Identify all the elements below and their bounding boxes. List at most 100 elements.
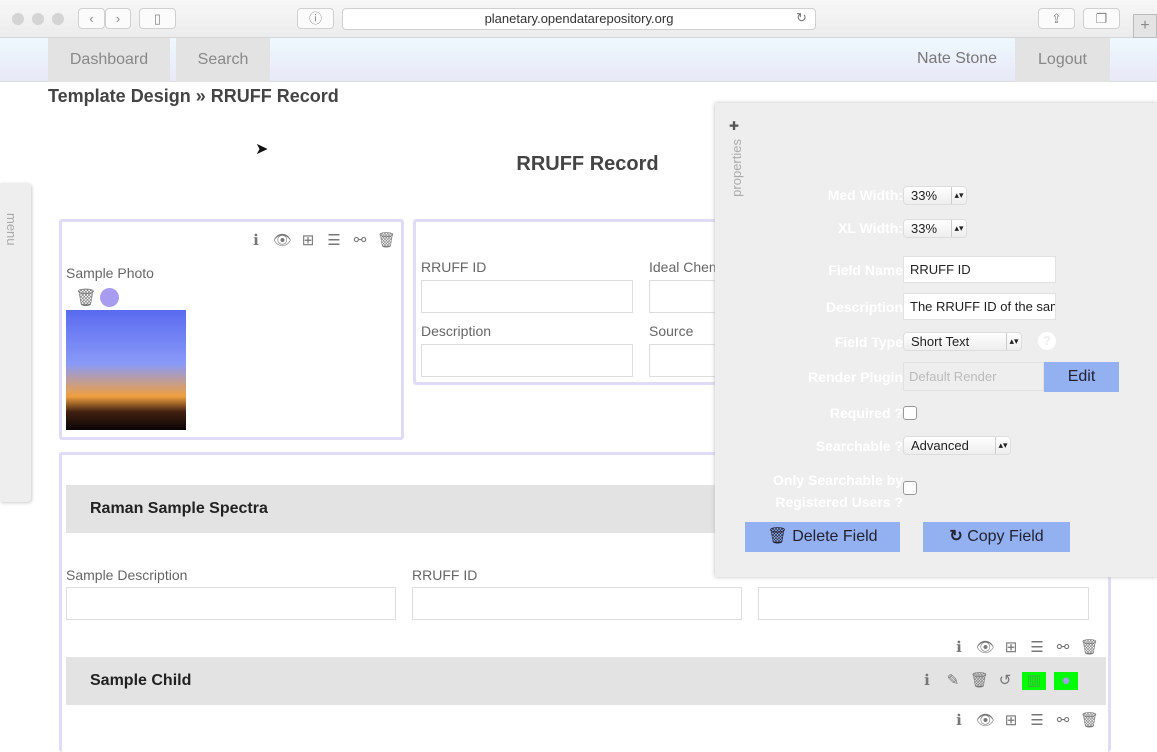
help-icon[interactable]: ? (1038, 332, 1056, 350)
pin-icon[interactable]: ✚ (729, 119, 739, 133)
list-icon[interactable]: ☰ (325, 231, 343, 249)
field-label-rruff-id: RRUFF ID (412, 567, 478, 583)
info-icon[interactable]: ℹ (950, 711, 968, 729)
trash-icon[interactable]: 🗑 (970, 672, 989, 690)
nav-tab-search[interactable]: Search (176, 38, 270, 82)
tabs-icon[interactable]: ❐ (1083, 8, 1120, 29)
sample-description-input[interactable] (66, 587, 396, 620)
searchable-select[interactable]: Advanced ▴▾ (903, 436, 1011, 455)
eye-icon[interactable]: 👁 (976, 711, 995, 729)
main-nav: Dashboard Search Nate Stone Logout (0, 38, 1157, 82)
plus-icon[interactable]: ⊞ (1002, 711, 1020, 729)
render-plugin-input[interactable]: Default Render (903, 362, 1044, 391)
menu-label: menu (4, 213, 19, 246)
undo-icon[interactable]: ↺ (996, 672, 1014, 690)
sample-photo-label: Sample Photo (66, 265, 154, 281)
child-rruff-id-input[interactable] (412, 587, 742, 620)
cursor-icon: ➤ (255, 141, 269, 158)
description-input[interactable] (421, 344, 633, 377)
reload-icon[interactable]: ↻ (796, 10, 807, 26)
back-icon[interactable]: ‹ (78, 8, 105, 29)
required-label: Required ? (829, 405, 903, 421)
fields-box: RRUFF ID Ideal Chem Description Source (413, 219, 739, 385)
globe-icon[interactable] (100, 288, 119, 307)
link-icon[interactable]: ⚯ (351, 231, 369, 249)
password-icon[interactable]: ⓘ (297, 8, 334, 29)
browser-toolbar: ‹ › ▯ ⓘ planetary.opendatarepository.org… (0, 0, 1157, 38)
render-plugin-label: Render Plugin (808, 369, 903, 385)
eye-icon[interactable]: 👁 (976, 638, 995, 656)
description-input[interactable]: The RRUFF ID of the sample (903, 293, 1056, 320)
forward-icon[interactable]: › (105, 8, 131, 29)
link-icon[interactable]: ⚯ (1054, 638, 1072, 656)
info-icon[interactable]: ℹ (247, 231, 265, 249)
delete-field-button[interactable]: 🗑 Delete Field (745, 522, 900, 552)
sample-photo-image[interactable] (66, 310, 186, 430)
properties-panel: ✚ properties Med Width: 33% ▴▾ XL Width: … (715, 103, 1157, 577)
required-checkbox[interactable] (903, 406, 917, 420)
edit-render-plugin-button[interactable]: Edit (1044, 362, 1119, 392)
rruff-id-input[interactable] (421, 280, 633, 313)
user-name[interactable]: Nate Stone (917, 50, 997, 68)
field-label-rruff-id: RRUFF ID (421, 259, 487, 275)
refresh-icon: ↻ (949, 528, 963, 545)
share-icon[interactable]: ⇪ (1038, 8, 1075, 29)
description-label: Description (825, 299, 903, 315)
new-tab-icon[interactable]: + (1133, 14, 1157, 38)
minimize-window-button[interactable] (32, 13, 44, 25)
photo-field-box[interactable]: ℹ 👁 ⊞ ☰ ⚯ 🗑 Sample Photo 🗑 (59, 219, 404, 440)
info-icon[interactable]: ℹ (950, 638, 968, 656)
chart-icon[interactable]: ▥ (1022, 672, 1046, 690)
list-icon[interactable]: ☰ (1028, 638, 1046, 656)
address-bar[interactable]: planetary.opendatarepository.org (342, 8, 816, 30)
info-icon[interactable]: ℹ (918, 672, 936, 690)
breadcrumb-separator: » (195, 86, 206, 106)
sample-child-header[interactable]: Sample Child ℹ ✎ 🗑 ↺ ▥ ● (66, 657, 1106, 705)
xl-width-label: XL Width: (838, 220, 903, 236)
globe-icon[interactable]: ● (1054, 672, 1078, 690)
breadcrumb-parent[interactable]: Template Design (48, 86, 191, 106)
field-toolbar: ℹ 👁 ⊞ ☰ ⚯ 🗑 (247, 231, 396, 249)
plus-icon[interactable]: ⊞ (299, 231, 317, 249)
registered-only-checkbox[interactable] (903, 481, 917, 495)
eye-icon[interactable]: 👁 (273, 231, 292, 249)
field-name-label: Field Name (828, 262, 903, 278)
menu-tab[interactable]: menu (0, 183, 31, 502)
trash-icon[interactable]: 🗑 (75, 288, 97, 308)
page-title: RRUFF Record (516, 153, 659, 175)
nav-tab-dashboard[interactable]: Dashboard (48, 38, 170, 82)
trash-icon: 🗑 (767, 528, 788, 545)
field-name-input[interactable]: RRUFF ID (903, 256, 1056, 283)
zoom-window-button[interactable] (52, 13, 64, 25)
breadcrumb-current: RRUFF Record (210, 86, 339, 106)
field-label-source: Source (649, 323, 694, 339)
xl-width-select[interactable]: 33% ▴▾ (903, 219, 967, 238)
field-type-label: Field Type (834, 334, 903, 350)
field-label-sample-description: Sample Description (66, 567, 188, 583)
trash-icon[interactable]: 🗑 (1080, 711, 1099, 729)
properties-tab-label[interactable]: properties (729, 139, 744, 197)
list-icon[interactable]: ☰ (1028, 711, 1046, 729)
field-label-description: Description (421, 323, 492, 339)
registered-only-label: Only Searchable by Registered Users ? (773, 472, 903, 510)
sidebar-icon[interactable]: ▯ (139, 8, 176, 29)
sample-child-title: Sample Child (90, 672, 192, 689)
logout-button[interactable]: Logout (1015, 38, 1110, 82)
field-type-select[interactable]: Short Text ▴▾ (903, 332, 1022, 351)
breadcrumb: Template Design » RRUFF Record (48, 86, 339, 107)
third-field-input[interactable] (758, 587, 1089, 620)
med-width-label: Med Width: (827, 187, 903, 203)
searchable-label: Searchable ? (815, 438, 903, 454)
field-toolbar: ℹ 👁 ⊞ ☰ ⚯ 🗑 (950, 638, 1099, 656)
med-width-select[interactable]: 33% ▴▾ (903, 186, 967, 205)
plus-icon[interactable]: ⊞ (1002, 638, 1020, 656)
field-toolbar: ℹ 👁 ⊞ ☰ ⚯ 🗑 (950, 711, 1099, 729)
trash-icon[interactable]: 🗑 (377, 231, 396, 249)
close-window-button[interactable] (12, 13, 24, 25)
field-label-ideal-chem: Ideal Chem (649, 259, 721, 275)
trash-icon[interactable]: 🗑 (1080, 638, 1099, 656)
child-toolbar: ℹ ✎ 🗑 ↺ ▥ ● (918, 672, 1078, 690)
edit-icon[interactable]: ✎ (944, 672, 962, 690)
copy-field-button[interactable]: ↻ Copy Field (923, 522, 1070, 552)
link-icon[interactable]: ⚯ (1054, 711, 1072, 729)
